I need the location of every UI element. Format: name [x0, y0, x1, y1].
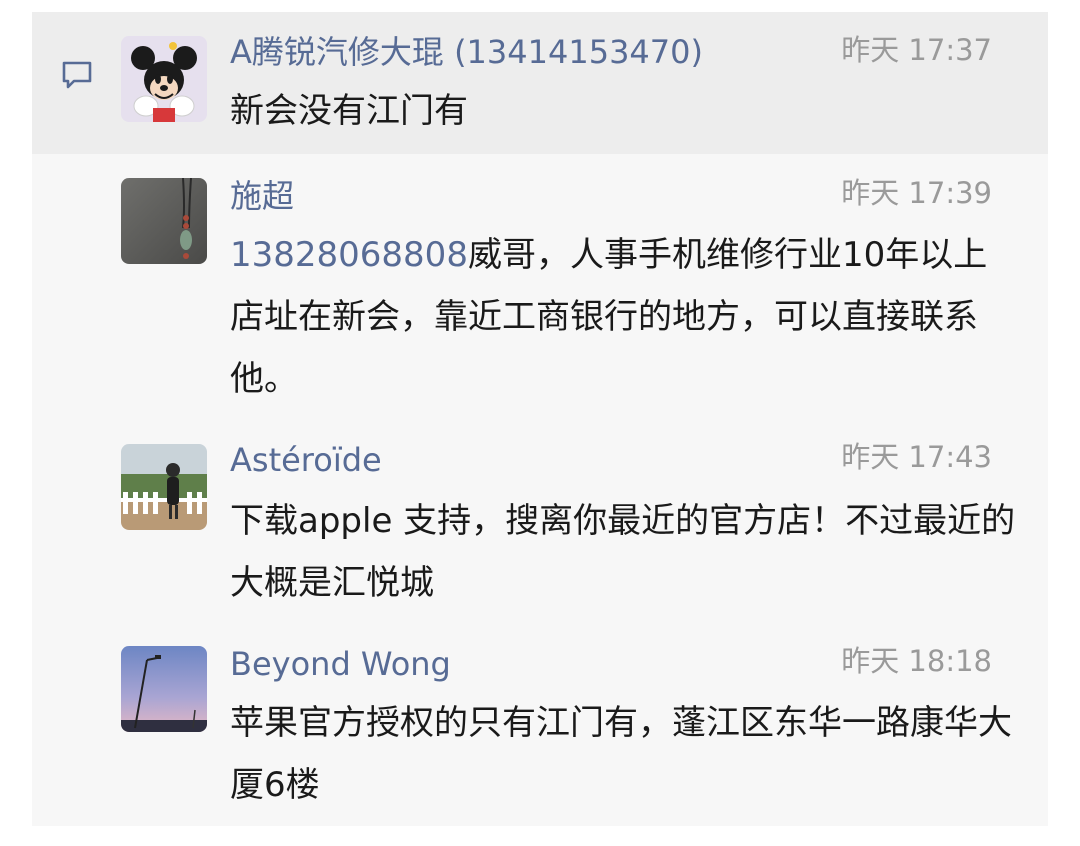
comment-text: 13828068808威哥，人事手机维修行业10年以上 店址在新会，靠近工商银行… [230, 224, 1020, 410]
comment-time: 昨天 17:37 [841, 33, 992, 67]
author-name[interactable]: A腾锐汽修大琨 (13414153470) [230, 32, 703, 72]
avatar[interactable] [121, 36, 207, 122]
pendant-photo-icon [121, 178, 207, 264]
girl-fence-photo-icon [121, 444, 207, 530]
comment-time: 昨天 18:18 [841, 644, 992, 678]
comment-time: 昨天 17:39 [841, 176, 992, 210]
comment-icon[interactable] [60, 58, 94, 92]
comment-text: 苹果官方授权的只有江门有，蓬江区东华一路康华大厦6楼 [230, 703, 1012, 805]
comment-text: 新会没有江门有 [230, 91, 468, 131]
mickey-mouse-icon [121, 36, 207, 122]
avatar[interactable] [121, 178, 207, 264]
comment-text: 下载apple 支持，搜离你最近的官方店！不过最近的大概是汇悦城 [230, 501, 1016, 603]
avatar[interactable] [121, 646, 207, 732]
avatar[interactable] [121, 444, 207, 530]
sunset-streetlight-icon [121, 646, 207, 732]
phone-link[interactable]: 13828068808 [230, 235, 468, 275]
author-name[interactable]: 施超 [230, 176, 294, 216]
author-name[interactable]: Beyond Wong [230, 644, 451, 684]
author-name[interactable]: Astéroïde [230, 440, 382, 480]
comment-time: 昨天 17:43 [841, 440, 992, 474]
